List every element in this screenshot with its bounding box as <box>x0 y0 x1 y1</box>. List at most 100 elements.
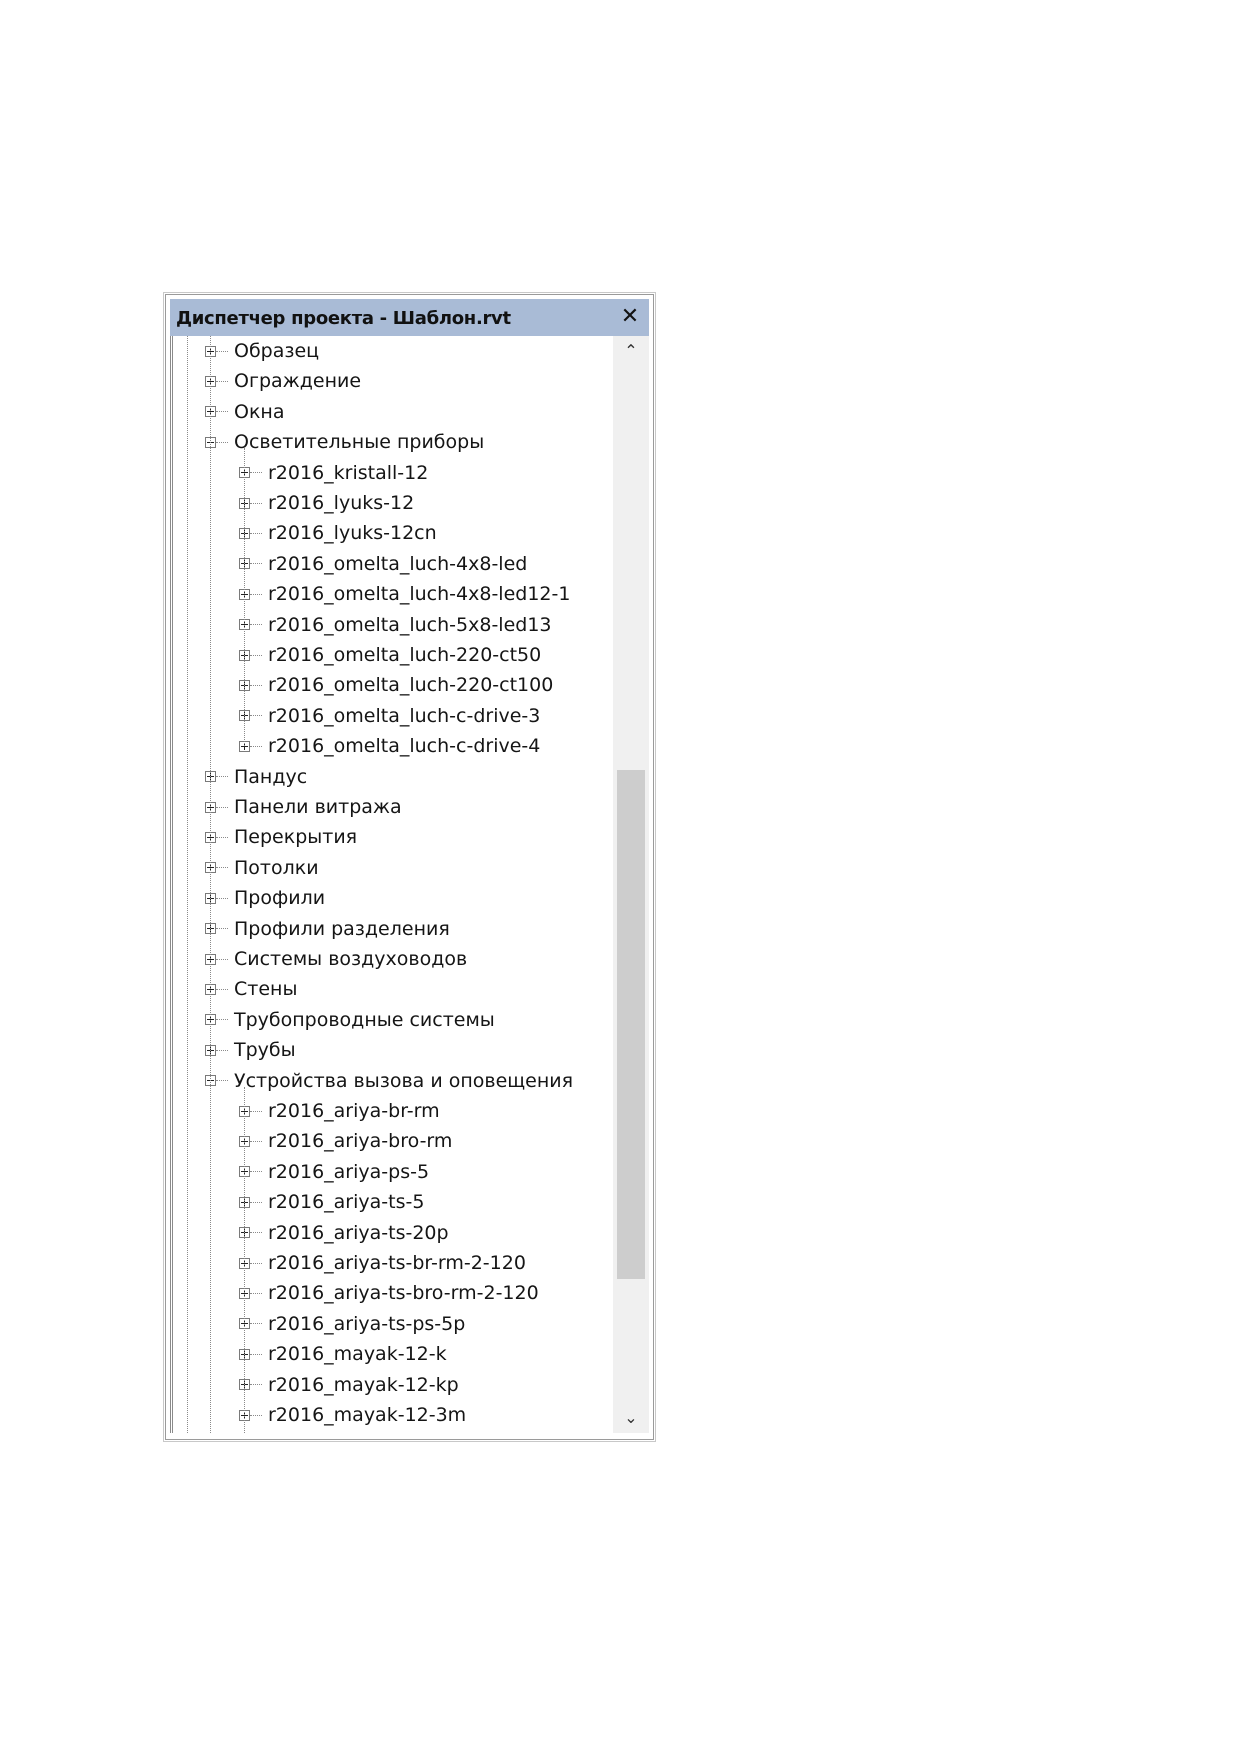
tree-family[interactable]: r2016_ariya-ts-br-rm-2-120 <box>239 1248 526 1278</box>
tree-item-label: Профили разделения <box>234 917 450 940</box>
tree-item-label: r2016_lyuks-12 <box>268 492 415 514</box>
tree-family[interactable]: r2016_omelta_luch-4x8-led12-1 <box>239 579 570 609</box>
tree-family[interactable]: r2016_ariya-ts-ps-5p <box>239 1309 465 1339</box>
tree-item-label: r2016_ariya-br-rm <box>268 1100 440 1122</box>
tree-connector <box>216 836 228 838</box>
tree-category[interactable]: Системы воздуховодов <box>205 944 467 974</box>
tree-category[interactable]: Устройства вызова и оповещения <box>205 1066 573 1096</box>
tree-connector <box>216 897 228 899</box>
tree-category[interactable]: Осветительные приборы <box>205 427 484 457</box>
tree-category[interactable]: Образец <box>205 336 319 366</box>
tree-category[interactable]: Окна <box>205 397 285 427</box>
tree-category[interactable]: Ограждение <box>205 366 361 396</box>
tree-connector <box>250 1414 262 1416</box>
panel-title: Диспетчер проекта - Шаблон.rvt <box>176 308 511 329</box>
tree-item-label: Пандус <box>234 765 308 788</box>
tree-category[interactable]: Панели витража <box>205 792 402 822</box>
project-tree[interactable]: Образец Ограждение Окна Осветительные прибо… <box>170 336 613 1433</box>
tree-family[interactable]: r2016_ariya-ts-5 <box>239 1187 424 1217</box>
tree-category[interactable]: Трубопроводные системы <box>205 1005 495 1035</box>
tree-item-label: Ограждение <box>234 370 362 393</box>
tree-connector <box>250 654 262 656</box>
tree-connector <box>250 563 262 565</box>
tree-connector <box>216 776 228 778</box>
tree-family[interactable]: r2016_omelta_luch-5x8-led13 <box>239 610 552 640</box>
tree-connector <box>250 593 262 595</box>
tree-connector <box>216 1049 228 1051</box>
tree-connector <box>216 1080 228 1082</box>
tree-connector <box>250 715 262 717</box>
tree-item-label: Перекрытия <box>234 826 358 849</box>
tree-category[interactable]: Потолки <box>205 853 319 883</box>
tree-root-line <box>187 336 188 1433</box>
tree-category[interactable]: Профили разделения <box>205 914 450 944</box>
tree-family[interactable]: r2016_mayak-12-k <box>239 1339 447 1369</box>
vertical-scrollbar[interactable]: ⌃ ⌄ <box>613 336 649 1433</box>
tree-item-label: r2016_omelta_luch-220-ct50 <box>268 644 542 666</box>
tree-connector <box>216 928 228 930</box>
tree-family[interactable]: r2016_mayak-12-3m <box>239 1400 466 1430</box>
scroll-track[interactable] <box>617 366 645 1403</box>
tree-item-label: r2016_mayak-12-k <box>268 1343 447 1366</box>
tree-item-label: r2016_ariya-ts-5 <box>268 1191 425 1214</box>
tree-family[interactable]: r2016_omelta_luch-220-ct100 <box>239 670 553 700</box>
tree-family[interactable]: r2016_omelta_luch-c-drive-3 <box>239 701 540 731</box>
tree-item-label: r2016_omelta_luch-4x8-led12-1 <box>268 583 571 606</box>
title-bar[interactable]: Диспетчер проекта - Шаблон.rvt ✕ <box>170 299 649 336</box>
tree-connector <box>216 411 228 413</box>
tree-connector <box>250 502 262 504</box>
tree-family[interactable]: r2016_lyuks-12cn <box>239 518 437 548</box>
tree-item-label: Системы воздуховодов <box>234 948 468 970</box>
tree-connector <box>250 684 262 686</box>
tree-item-label: Профили <box>234 887 326 910</box>
tree-item-label: Образец <box>234 340 320 362</box>
tree-item-label: Трубопроводные системы <box>234 1008 495 1031</box>
tree-item-label: Осветительные приборы <box>234 431 485 454</box>
tree-family[interactable]: r2016_lyuks-12 <box>239 488 414 518</box>
scroll-down-icon[interactable]: ⌄ <box>613 1403 649 1433</box>
tree-item-label: r2016_ariya-ts-20p <box>268 1221 449 1244</box>
tree-category[interactable]: Пандус <box>205 762 307 792</box>
tree-connector <box>250 624 262 626</box>
tree-category[interactable]: Профили <box>205 883 325 913</box>
tree-family[interactable]: r2016_ariya-bro-rm <box>239 1126 452 1156</box>
tree-item-label: r2016_omelta_luch-220-ct100 <box>268 674 554 697</box>
tree-family[interactable]: r2016_omelta_luch-220-ct50 <box>239 640 541 670</box>
tree-item-label: r2016_mayak-12-kp <box>268 1373 459 1396</box>
close-icon[interactable]: ✕ <box>617 303 643 331</box>
tree-connector <box>250 1140 262 1142</box>
tree-level1-line <box>210 336 211 1433</box>
tree-connector <box>250 1232 262 1234</box>
tree-connector <box>250 1292 262 1294</box>
tree-connector <box>216 988 228 990</box>
tree-family[interactable]: r2016_ariya-ts-20p <box>239 1218 449 1248</box>
tree-item-label: r2016_omelta_luch-4x8-led <box>268 552 528 575</box>
tree-item-label: r2016_ariya-ps-5 <box>268 1160 430 1183</box>
tree-connector <box>250 1262 262 1264</box>
tree-connector <box>216 806 228 808</box>
tree-connector <box>250 1384 262 1386</box>
tree-category[interactable]: Стены <box>205 974 297 1004</box>
tree-item-label: Трубы <box>234 1039 296 1062</box>
tree-family[interactable]: r2016_kristall-12 <box>239 458 428 488</box>
tree-family[interactable]: r2016_mayak-12-kp <box>239 1370 459 1400</box>
tree-connector <box>250 1353 262 1355</box>
tree-family[interactable]: r2016_omelta_luch-4x8-led <box>239 549 527 579</box>
tree-item-label: r2016_ariya-ts-br-rm-2-120 <box>268 1252 526 1274</box>
tree-item-label: Стены <box>234 978 298 1001</box>
tree-connector <box>216 1019 228 1021</box>
scroll-thumb[interactable] <box>617 770 645 1279</box>
tree-level2-line <box>244 448 245 747</box>
project-browser-panel: Диспетчер проекта - Шаблон.rvt ✕ Образец… <box>165 294 654 1440</box>
tree-family[interactable]: r2016_ariya-ts-bro-rm-2-120 <box>239 1278 539 1308</box>
tree-family[interactable]: r2016_ariya-br-rm <box>239 1096 440 1126</box>
tree-family[interactable]: r2016_omelta_luch-c-drive-4 <box>239 731 540 761</box>
tree-category[interactable]: Перекрытия <box>205 822 357 852</box>
tree-family[interactable]: r2016_ariya-ps-5 <box>239 1157 429 1187</box>
scroll-up-icon[interactable]: ⌃ <box>613 336 649 366</box>
tree-connector <box>250 1110 262 1112</box>
tree-connector <box>216 867 228 869</box>
tree-category[interactable]: Трубы <box>205 1035 296 1065</box>
tree-item-label: Окна <box>234 400 285 423</box>
tree-connector <box>250 1323 262 1325</box>
